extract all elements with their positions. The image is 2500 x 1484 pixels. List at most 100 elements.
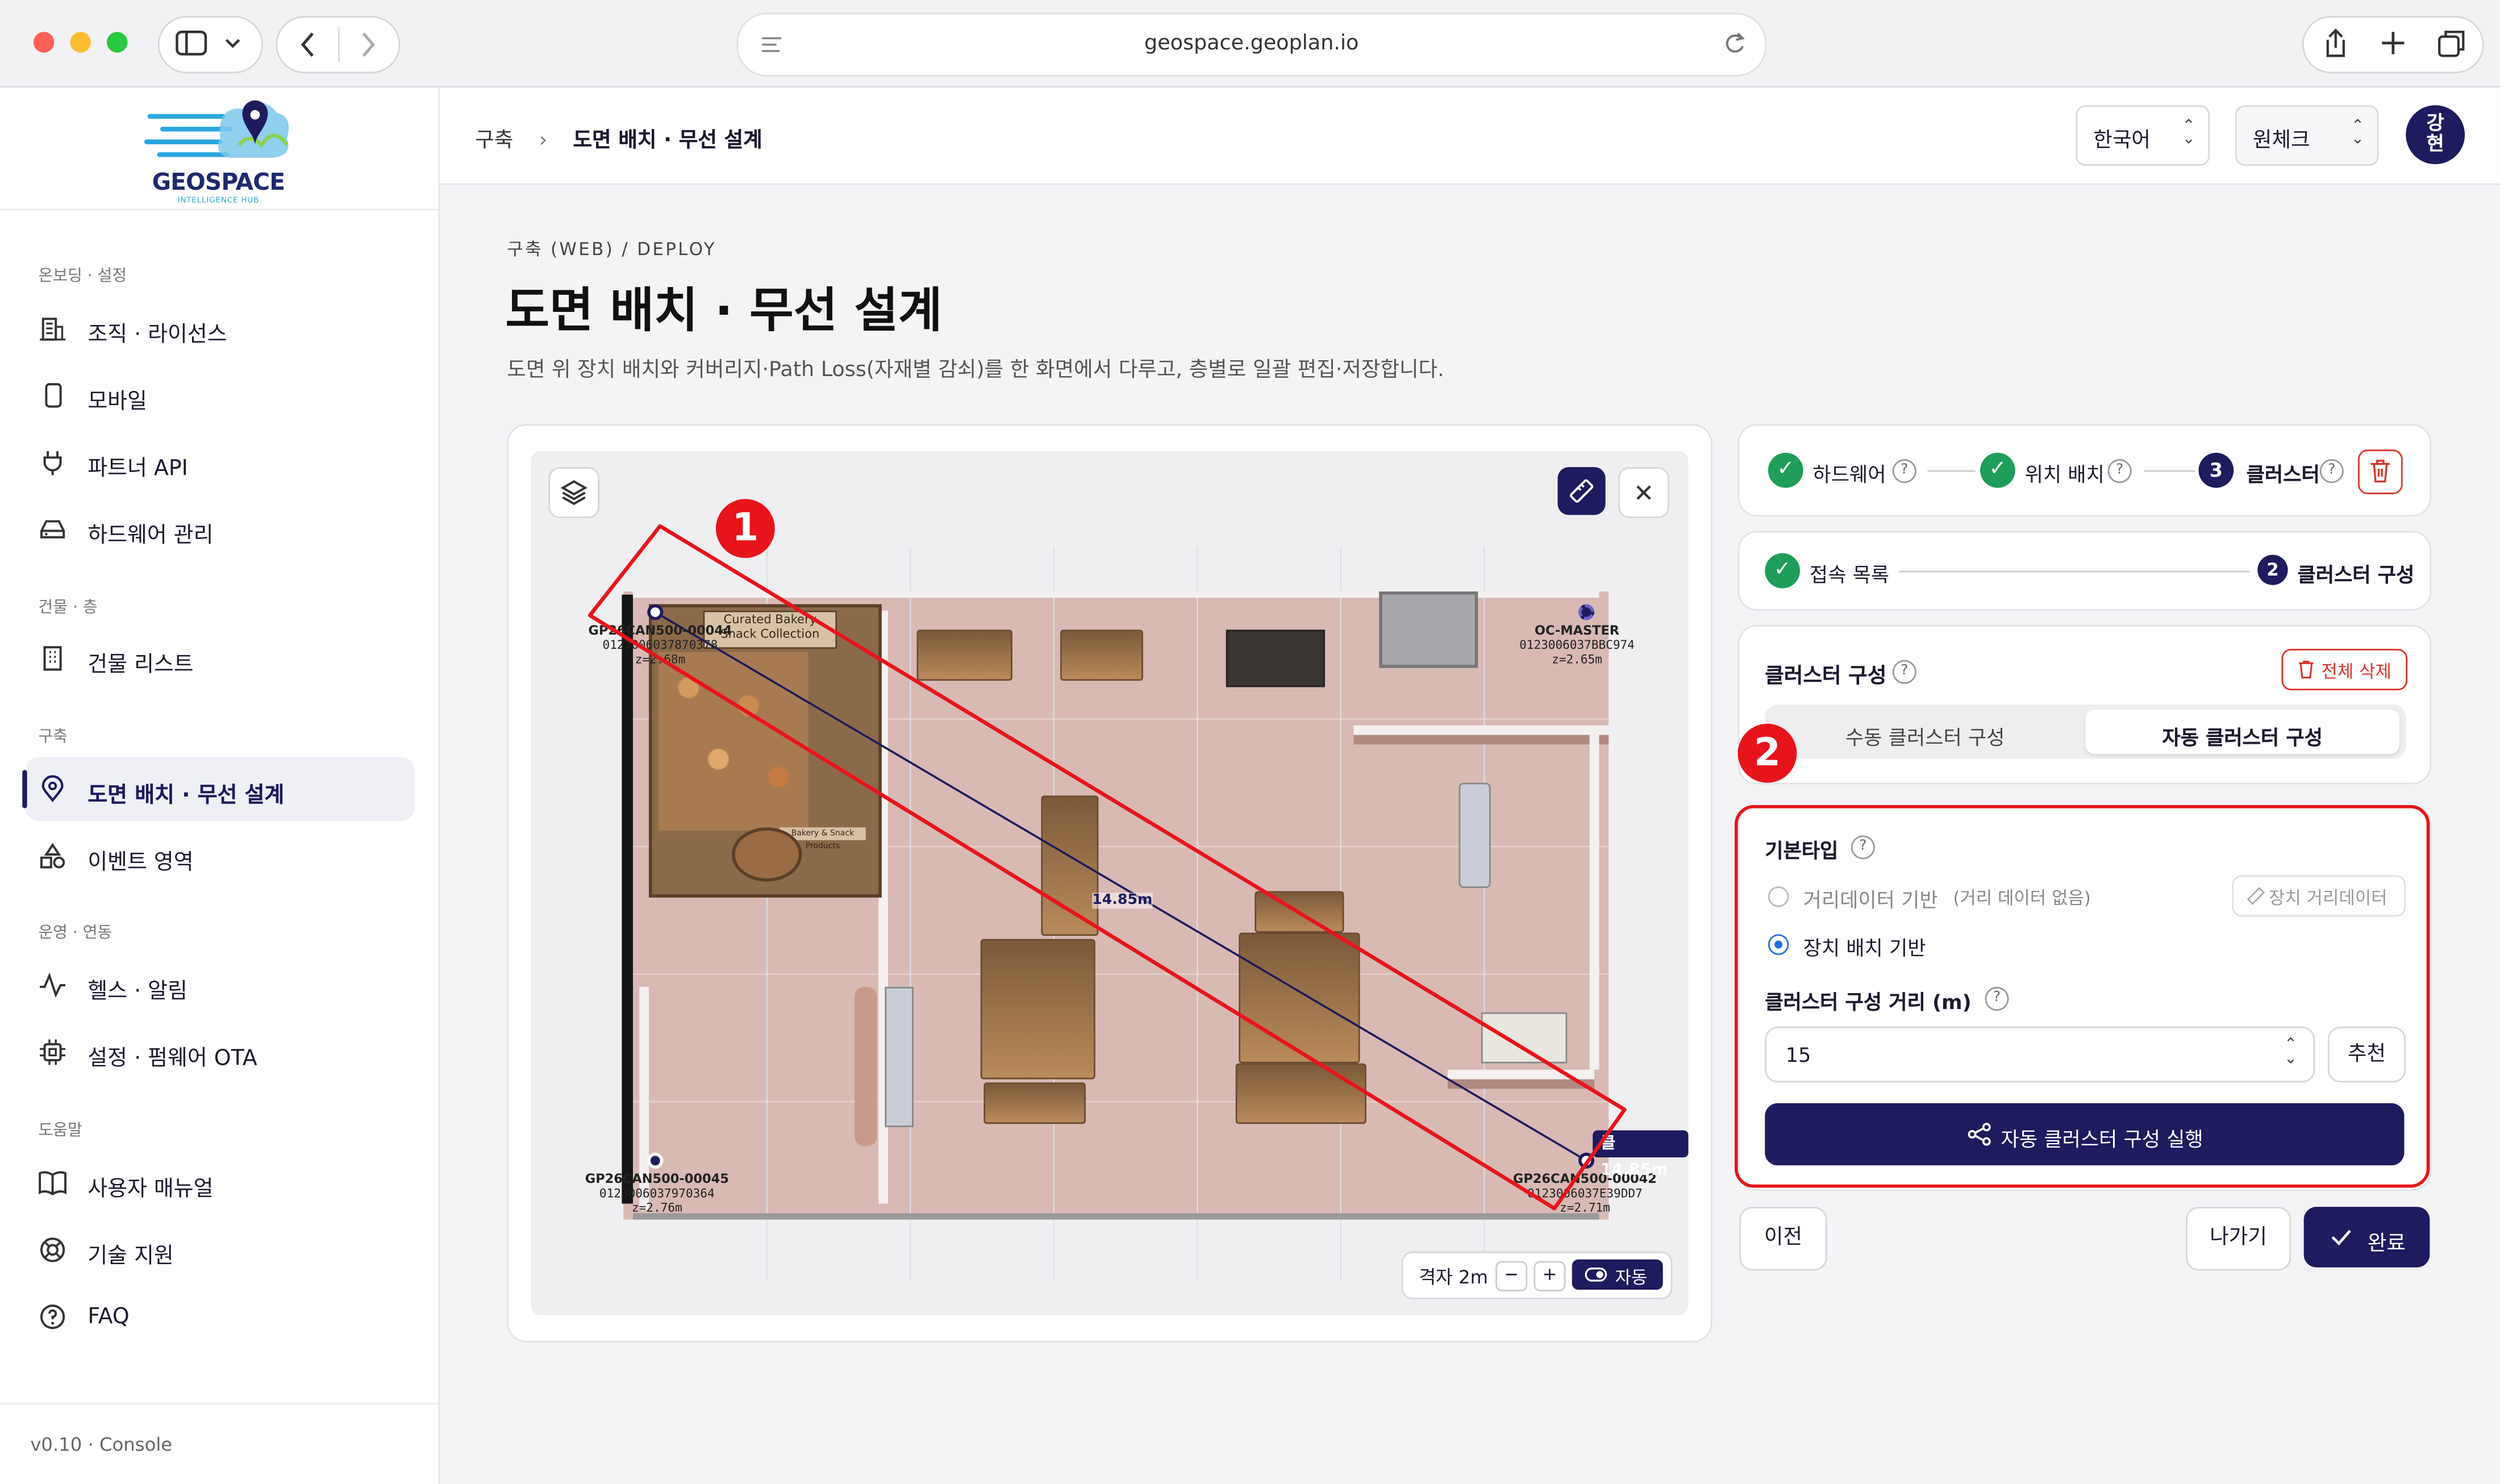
sidebar-item-label: 파트너 API: [88, 456, 188, 482]
breadcrumb-separator-icon: ›: [539, 129, 548, 153]
activity-icon: [40, 972, 66, 998]
workspace-value: 원체크: [2252, 129, 2310, 153]
cluster-config-card: 클러스터 구성 ? 전체 삭제 수동 클러스터 구성 자동 클러스터 구성: [1738, 624, 2432, 785]
shapes-icon: [40, 843, 65, 869]
sidebar-item-faq[interactable]: FAQ: [26, 1285, 415, 1349]
radio-device-placement[interactable]: [1768, 934, 1789, 955]
new-tab-icon[interactable]: [2380, 30, 2406, 56]
language-select[interactable]: 한국어 ⌃ ⌄: [2076, 105, 2210, 166]
help-icon[interactable]: ?: [1892, 459, 1916, 483]
sidebar-item-label: 하드웨어 관리: [88, 523, 214, 549]
radio-distance-data[interactable]: [1768, 886, 1789, 907]
footer-divider: [0, 1403, 439, 1405]
hard-drive-icon: [40, 520, 65, 539]
office-building-icon: [43, 646, 62, 671]
substep-connection-list[interactable]: 접속 목록: [1810, 558, 1889, 588]
cluster-distance-input[interactable]: 15 ⌃ ⌄: [1765, 1027, 2315, 1083]
tab-manual-cluster[interactable]: 수동 클러스터 구성: [1765, 720, 2085, 751]
sidebar: GEOSPACE INTELLIGENCE HUB 온보딩 · 설정 조직 · …: [0, 87, 440, 1484]
trash-icon: [2299, 660, 2314, 679]
delete-step-button[interactable]: [2358, 449, 2403, 494]
sidebar-item-label: 헬스 · 알림: [88, 978, 188, 1004]
url-text: geospace.geoplan.io: [1144, 32, 1359, 56]
share-icon[interactable]: [2323, 27, 2348, 59]
sidebar-item-partner-api[interactable]: 파트너 API: [26, 431, 415, 494]
mobile-icon: [45, 383, 62, 408]
workspace-select[interactable]: 원체크 ⌃ ⌄: [2235, 105, 2379, 166]
help-icon[interactable]: ?: [1892, 660, 1916, 684]
stepper-arrows-icon[interactable]: ⌃ ⌄: [2284, 1037, 2298, 1067]
sidebar-item-label: 사용자 매뉴얼: [88, 1176, 214, 1202]
help-icon[interactable]: ?: [1851, 835, 1875, 860]
sidebar-item-support[interactable]: 기술 지원: [26, 1218, 415, 1282]
sidebar-item-floorplan-design[interactable]: 도면 배치 · 무선 설계: [22, 757, 415, 822]
book-icon: [39, 1171, 67, 1196]
device-distance-button[interactable]: 장치 거리데이터: [2232, 875, 2406, 917]
sidebar-icon: [176, 30, 207, 56]
substep-cluster-config[interactable]: 클러스터 구성: [2297, 558, 2414, 588]
sidebar-item-health[interactable]: 헬스 · 알림: [26, 953, 415, 1017]
device-distance-label: 장치 거리데이터: [2268, 887, 2388, 909]
auto-cluster-settings: 기본타입 ? 거리데이터 기반 (거리 데이터 없음) 장치 거리데이터 장치 …: [1738, 805, 2432, 1191]
run-auto-cluster-button[interactable]: 자동 클러스터 구성 실행: [1765, 1103, 2405, 1166]
sidebar-item-label: 모바일: [88, 389, 147, 415]
base-type-label: 기본타입: [1765, 838, 1839, 863]
maximize-window-button[interactable]: [107, 32, 128, 53]
breadcrumb: 구축 › 도면 배치 · 무선 설계: [475, 123, 762, 153]
complete-button[interactable]: 완료: [2303, 1207, 2430, 1268]
sidebar-item-label: 설정 · 펌웨어 OTA: [88, 1045, 257, 1072]
breadcrumb-item-deploy[interactable]: 구축: [475, 129, 513, 153]
help-circle-icon: [40, 1304, 65, 1329]
check-icon: [2331, 1229, 2351, 1245]
sidebar-item-label: 기술 지원: [88, 1243, 174, 1269]
sidebar-item-firmware[interactable]: 설정 · 펌웨어 OTA: [26, 1020, 415, 1084]
help-icon[interactable]: ?: [2107, 459, 2132, 483]
sidebar-item-event-zone[interactable]: 이벤트 영역: [26, 824, 415, 888]
tab-auto-cluster[interactable]: 자동 클러스터 구성: [2085, 709, 2400, 754]
exit-button[interactable]: 나가기: [2186, 1207, 2291, 1271]
step-location[interactable]: 위치 배치: [2025, 457, 2105, 487]
check-icon: ✓: [1768, 452, 1803, 488]
help-icon[interactable]: ?: [2319, 459, 2344, 483]
step-cluster[interactable]: 클러스터: [2247, 457, 2320, 487]
step-connector: [1927, 470, 1976, 472]
run-auto-cluster-label: 자동 클러스터 구성 실행: [2001, 1127, 2203, 1151]
sidebar-toggle-button[interactable]: [157, 16, 263, 74]
logo-divider: [0, 209, 439, 211]
geospace-logo[interactable]: GEOSPACE INTELLIGENCE HUB: [140, 97, 297, 212]
sidebar-item-organization[interactable]: 조직 · 라이선스: [26, 297, 415, 360]
option-distance-data-label: 거리데이터 기반: [1803, 887, 1938, 912]
annotation-marker-2: 2: [1738, 723, 1797, 783]
tabs-overview-icon[interactable]: [2438, 29, 2466, 58]
minimize-window-button[interactable]: [70, 32, 91, 53]
sidebar-item-manual[interactable]: 사용자 매뉴얼: [26, 1151, 415, 1215]
forward-icon[interactable]: [357, 30, 380, 59]
sidebar-item-hardware[interactable]: 하드웨어 관리: [26, 497, 415, 561]
check-icon: ✓: [1765, 553, 1800, 589]
step-hardware[interactable]: 하드웨어: [1813, 457, 1886, 487]
section-onboarding: 온보딩 · 설정: [38, 268, 127, 286]
sidebar-item-building-list[interactable]: 건물 리스트: [26, 627, 415, 690]
back-icon[interactable]: [297, 30, 319, 59]
breadcrumb-item-current: 도면 배치 · 무선 설계: [573, 129, 763, 153]
select-arrows-icon: ⌃ ⌄: [2182, 118, 2195, 148]
delete-all-button[interactable]: 전체 삭제: [2281, 649, 2408, 690]
logo-tagline: INTELLIGENCE HUB: [177, 197, 260, 206]
reload-icon[interactable]: [1723, 32, 1745, 57]
sidebar-item-mobile[interactable]: 모바일: [26, 364, 415, 427]
trash-icon: [2370, 460, 2390, 483]
cluster-distance-label: 클러스터 구성 거리 (m): [1765, 990, 1972, 1014]
section-operations: 운영 · 연동: [38, 924, 113, 943]
section-building: 건물 · 층: [38, 599, 98, 617]
address-bar[interactable]: geospace.geoplan.io: [736, 12, 1767, 77]
help-icon[interactable]: ?: [1985, 986, 2009, 1011]
logo-mark: [144, 100, 289, 158]
previous-button[interactable]: 이전: [1739, 1207, 1827, 1271]
logo-wordmark: GEOSPACE: [152, 170, 285, 197]
complete-label: 완료: [2367, 1232, 2406, 1257]
annotation-marker-1: 1: [715, 499, 775, 558]
recommend-button[interactable]: 추천: [2327, 1027, 2406, 1083]
section-help: 도움말: [38, 1122, 82, 1140]
user-avatar[interactable]: 강 현: [2406, 105, 2465, 165]
close-window-button[interactable]: [33, 32, 55, 53]
